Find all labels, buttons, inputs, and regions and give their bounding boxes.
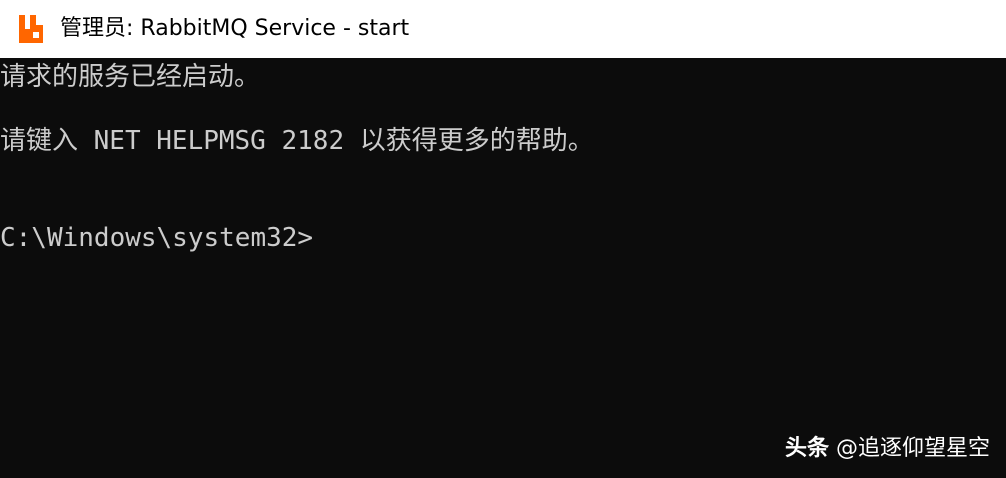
console-line-help-hint: 请键入 NET HELPMSG 2182 以获得更多的帮助。: [0, 126, 594, 156]
watermark-brand: 头条: [784, 436, 829, 461]
console-window: 管理员: RabbitMQ Service - start 请求的服务已经启动。…: [0, 0, 1006, 478]
console-prompt[interactable]: C:\Windows\system32>: [0, 221, 313, 255]
title-bar[interactable]: 管理员: RabbitMQ Service - start: [0, 0, 1006, 58]
watermark: 头条 @追逐仰望星空: [785, 434, 990, 464]
watermark-handle: @追逐仰望星空: [835, 436, 990, 461]
console-line-service-started: 请求的服务已经启动。: [0, 62, 261, 92]
rabbitmq-icon: [19, 15, 43, 43]
window-title: 管理员: RabbitMQ Service - start: [60, 16, 410, 41]
console-output[interactable]: 请求的服务已经启动。 请键入 NET HELPMSG 2182 以获得更多的帮助…: [0, 58, 1006, 478]
